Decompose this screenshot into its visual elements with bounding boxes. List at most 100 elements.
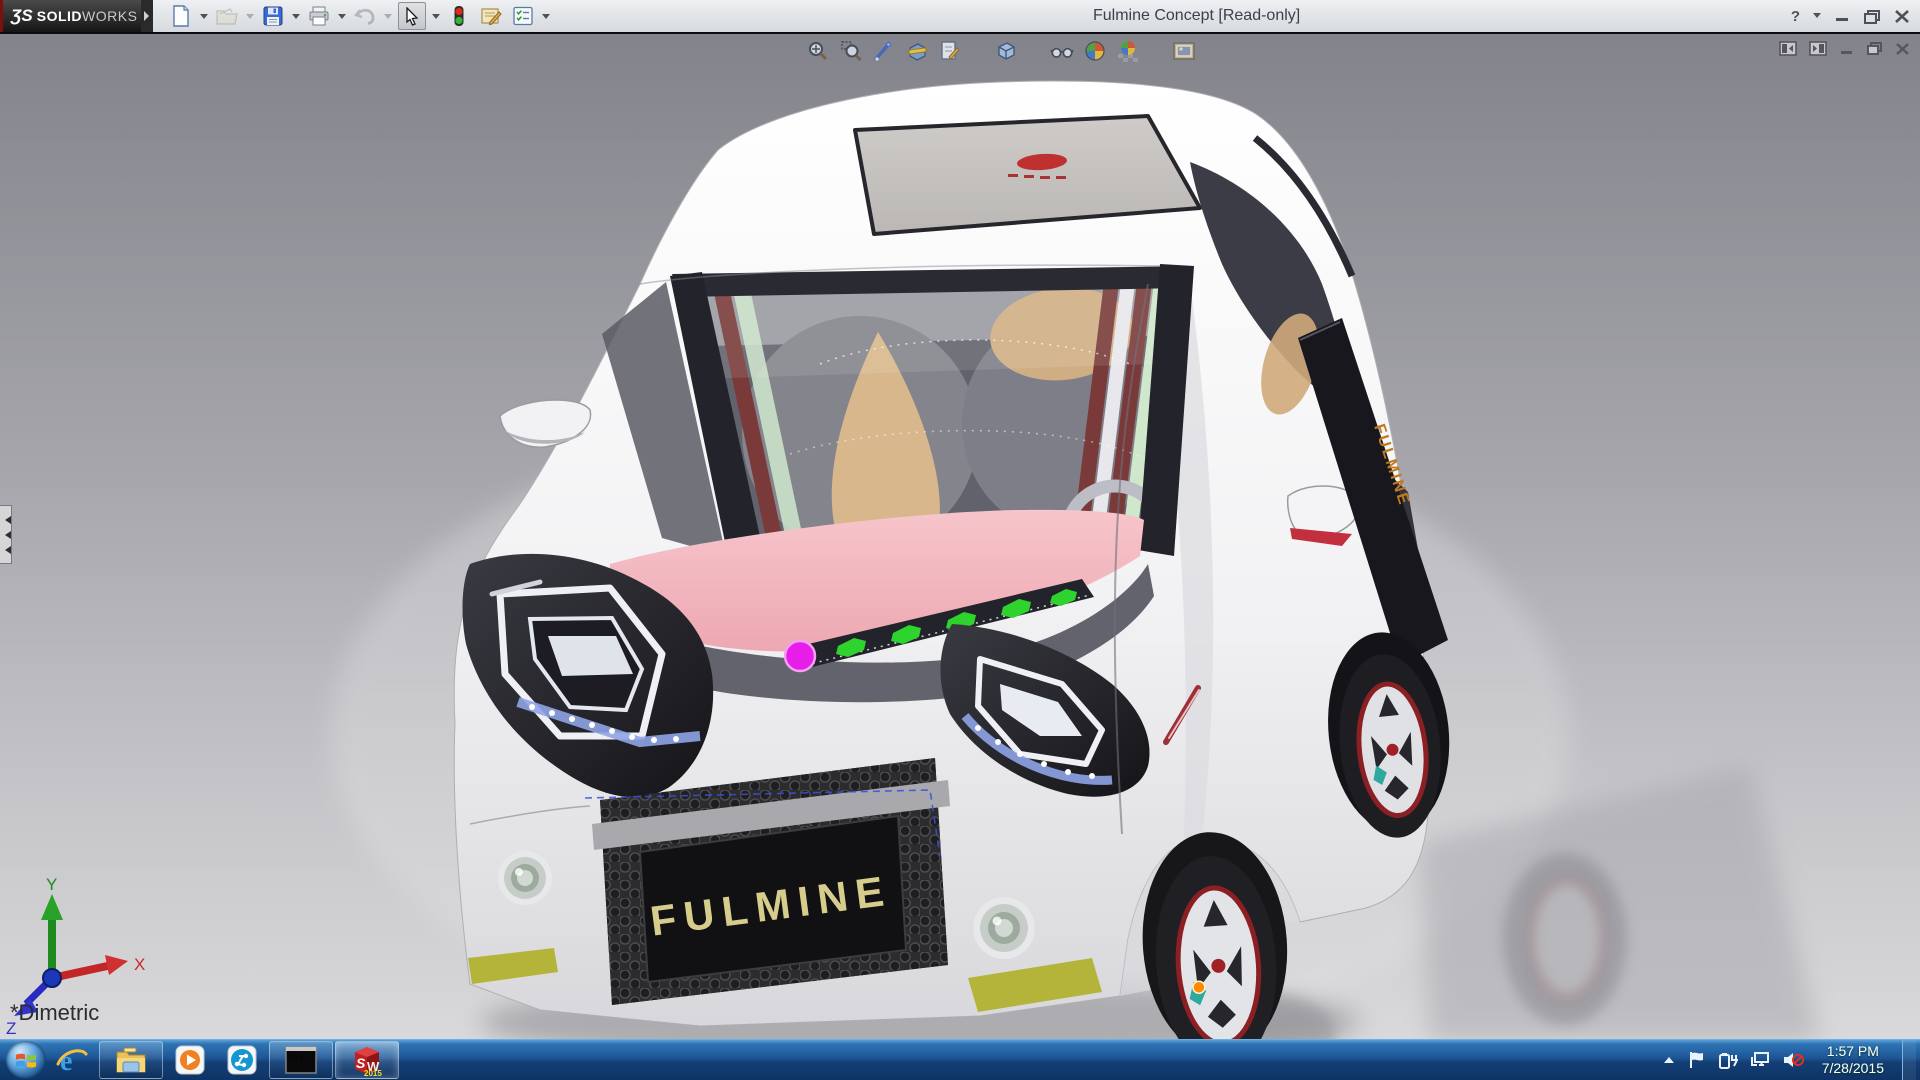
windows-taskbar: e (0, 1039, 1920, 1080)
svg-text:C:\_: C:\_ (289, 1054, 308, 1063)
headsup-view-toolbar (806, 39, 1196, 63)
zoom-to-fit-icon (807, 40, 829, 62)
view-settings-icon (1172, 40, 1196, 62)
new-dropdown[interactable] (200, 14, 208, 23)
triad-y-label: Y (46, 875, 57, 894)
options-list-button[interactable] (510, 3, 536, 29)
hidden-icons-button[interactable] (1662, 1055, 1676, 1065)
stoplight-button[interactable] (446, 3, 472, 29)
view-orientation-button[interactable] (994, 39, 1018, 63)
volume-muted-icon[interactable] (1782, 1051, 1804, 1069)
apply-scene-button[interactable] (1116, 39, 1140, 63)
save-button[interactable] (260, 3, 286, 29)
open-dropdown[interactable] (246, 14, 254, 23)
clock-time: 1:57 PM (1822, 1043, 1884, 1060)
magenta-sensor-dot (785, 641, 815, 671)
undo-icon (354, 6, 376, 26)
close-button[interactable] (1894, 9, 1910, 24)
collapse-left-panel-button[interactable] (1779, 41, 1797, 56)
solidworks-2015-icon: S W 2015 (351, 1044, 383, 1076)
edit-note-icon (480, 6, 502, 26)
taskbar-clock[interactable]: 1:57 PM 7/28/2015 (1816, 1043, 1890, 1077)
document-window-controls (1779, 41, 1910, 56)
media-player-icon (175, 1045, 205, 1075)
windows-flag-icon (15, 1050, 37, 1070)
new-document-button[interactable] (168, 3, 194, 29)
menu-flyout-arrow[interactable] (141, 0, 153, 32)
restore-button[interactable] (1863, 9, 1881, 24)
options-list-icon (512, 6, 534, 26)
power-plug-icon[interactable] (1718, 1051, 1738, 1069)
edit-note-button[interactable] (478, 3, 504, 29)
doc-minimize-button[interactable] (1839, 42, 1854, 55)
select-button[interactable] (398, 2, 426, 30)
collapse-arrow-icon (1, 546, 11, 554)
edit-appearance-button[interactable] (1083, 39, 1107, 63)
main-toolbar (168, 0, 550, 32)
annotation-views-button[interactable] (938, 39, 962, 63)
expand-right-panel-button[interactable] (1809, 41, 1827, 56)
taskbar-file-explorer[interactable] (99, 1041, 163, 1079)
graphics-area[interactable]: FULMINE (0, 34, 1920, 1040)
taskbar-solidworks[interactable]: S W 2015 (335, 1041, 399, 1079)
start-button[interactable] (6, 1041, 46, 1079)
open-button[interactable] (214, 3, 240, 29)
taskbar-internet-explorer[interactable]: e (46, 1041, 98, 1079)
annotation-views-icon (939, 40, 961, 62)
right-fog-light[interactable] (973, 897, 1035, 959)
print-button[interactable] (306, 3, 332, 29)
brand-bold: SOLID (37, 8, 82, 24)
magnified-selection-button[interactable] (872, 39, 896, 63)
doc-restore-button[interactable] (1866, 42, 1883, 56)
taskbar-communicator[interactable] (216, 1041, 268, 1079)
command-prompt-icon: C:\_ (285, 1046, 317, 1074)
collapse-arrow-icon (1, 516, 11, 524)
stoplight-icon (453, 5, 465, 27)
communicator-icon (227, 1045, 257, 1075)
undo-dropdown[interactable] (384, 14, 392, 23)
internet-explorer-icon: e (56, 1044, 88, 1076)
print-dropdown[interactable] (338, 14, 346, 23)
view-orientation-icon (995, 40, 1017, 62)
open-folder-icon (216, 7, 238, 25)
hide-show-items-button[interactable] (1050, 39, 1074, 63)
help-dropdown[interactable] (1813, 13, 1821, 22)
apply-scene-icon (1116, 40, 1140, 62)
solidworks-logo: ƷS SOLID WORKS (0, 0, 141, 32)
title-bar: ƷS SOLID WORKS (0, 0, 1920, 34)
section-view-button[interactable] (905, 39, 929, 63)
collapse-arrow-icon (1, 531, 11, 539)
view-settings-button[interactable] (1172, 39, 1196, 63)
show-desktop-button[interactable] (1902, 1040, 1916, 1080)
taskbar-media-player[interactable] (164, 1041, 216, 1079)
undo-button[interactable] (352, 3, 378, 29)
action-center-flag-icon[interactable] (1688, 1051, 1706, 1069)
front-grille[interactable]: FULMINE (592, 758, 950, 1005)
save-dropdown[interactable] (292, 14, 300, 23)
zoom-to-area-icon (840, 40, 862, 62)
svg-text:2015: 2015 (364, 1069, 382, 1076)
zoom-to-fit-button[interactable] (806, 39, 830, 63)
appearance-ball-icon (1084, 40, 1106, 62)
solidworks-window: ƷS SOLID WORKS (0, 0, 1920, 1080)
clock-date: 7/28/2015 (1822, 1060, 1884, 1077)
triad-x-label: X (134, 955, 145, 974)
doc-close-button[interactable] (1895, 42, 1910, 56)
minimize-button[interactable] (1834, 9, 1850, 23)
zoom-to-area-button[interactable] (839, 39, 863, 63)
help-button[interactable]: ? (1791, 8, 1800, 25)
view-orientation-label: *Dimetric (10, 1000, 99, 1026)
wheel-marker-dot (1192, 981, 1205, 994)
brand-light: WORKS (82, 8, 137, 24)
model-scene[interactable]: FULMINE (0, 34, 1920, 1040)
taskbar-command-prompt[interactable]: C:\_ (269, 1041, 333, 1079)
select-dropdown[interactable] (432, 14, 440, 23)
magnified-selection-icon (873, 40, 895, 62)
section-view-icon (906, 40, 928, 62)
options-dropdown[interactable] (542, 14, 550, 23)
network-icon[interactable] (1750, 1051, 1770, 1069)
feature-tree-collapse-tab[interactable] (0, 505, 12, 564)
left-fog-light[interactable] (498, 851, 552, 905)
select-cursor-icon (404, 7, 420, 26)
new-document-icon (171, 5, 191, 27)
